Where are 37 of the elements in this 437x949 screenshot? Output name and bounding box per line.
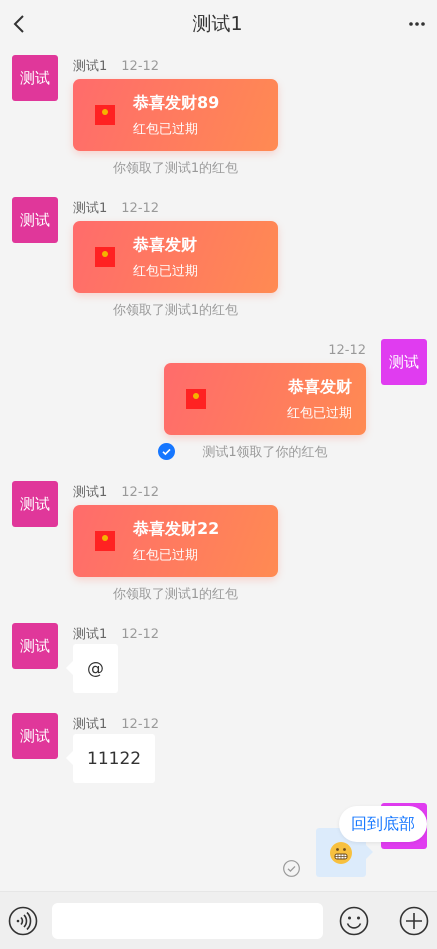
avatar[interactable]: 测试 bbox=[12, 55, 58, 101]
system-note: 测试1领取了你的红包 bbox=[202, 444, 328, 461]
gift-packet-card[interactable]: 恭喜发财22 红包已过期 bbox=[73, 505, 278, 577]
message-bubble: @ bbox=[73, 644, 118, 693]
sender-name: 测试1 bbox=[73, 626, 108, 643]
sender-name: 测试1 bbox=[73, 484, 108, 501]
avatar[interactable]: 测试 bbox=[12, 481, 58, 527]
system-note: 你领取了测试1的红包 bbox=[112, 302, 238, 319]
message-time: 12-12 bbox=[121, 716, 160, 732]
message-bubble: 11122 bbox=[73, 734, 156, 783]
scroll-to-bottom-toast[interactable]: 回到底部 bbox=[339, 806, 427, 842]
sender-name: 测试1 bbox=[73, 200, 108, 217]
gift-packet-card[interactable]: 恭喜发财 红包已过期 bbox=[164, 363, 366, 435]
gift-packet-card[interactable]: 恭喜发财89 红包已过期 bbox=[73, 79, 278, 151]
message-time: 12-12 bbox=[121, 200, 160, 216]
packet-status: 红包已过期 bbox=[287, 404, 352, 422]
avatar[interactable]: 测试 bbox=[12, 623, 58, 669]
sender-name: 测试1 bbox=[73, 716, 108, 733]
packet-title: 恭喜发财22 bbox=[133, 518, 220, 540]
avatar[interactable]: 测试 bbox=[381, 339, 427, 385]
packet-status: 红包已过期 bbox=[133, 262, 198, 280]
packet-status: 红包已过期 bbox=[133, 546, 198, 564]
system-note: 你领取了测试1的红包 bbox=[112, 586, 238, 603]
avatar[interactable]: 测试 bbox=[12, 713, 58, 759]
message-time: 12-12 bbox=[328, 342, 366, 358]
gift-packet-card[interactable]: 恭喜发财 红包已过期 bbox=[73, 221, 278, 293]
avatar[interactable]: 测试 bbox=[12, 197, 58, 243]
message-time: 12-12 bbox=[121, 58, 160, 74]
message-time: 12-12 bbox=[121, 484, 160, 500]
packet-title: 恭喜发财89 bbox=[133, 92, 220, 114]
packet-title: 恭喜发财 bbox=[133, 234, 197, 256]
sender-name: 测试1 bbox=[73, 58, 108, 75]
message-time: 12-12 bbox=[121, 626, 160, 642]
packet-title: 恭喜发财 bbox=[288, 376, 352, 398]
system-note: 你领取了测试1的红包 bbox=[112, 160, 238, 177]
chat-title: 测试1 bbox=[192, 12, 243, 37]
packet-status: 红包已过期 bbox=[133, 120, 198, 138]
